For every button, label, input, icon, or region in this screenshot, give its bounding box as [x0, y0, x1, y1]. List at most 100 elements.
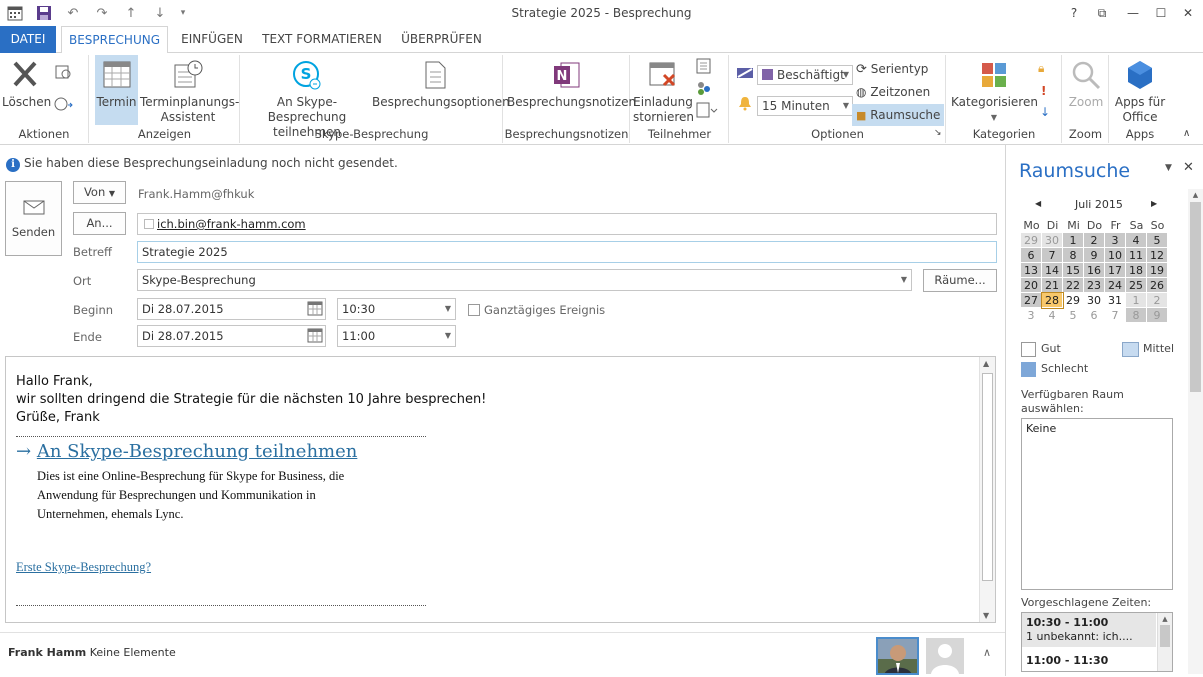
calendar-day[interactable]: 19: [1147, 263, 1168, 278]
rooms-button[interactable]: Räume...: [923, 269, 997, 292]
start-time-field[interactable]: 10:30 ▼: [337, 298, 456, 320]
calendar-day[interactable]: 7: [1105, 308, 1126, 323]
minimize-button[interactable]: —: [1122, 3, 1144, 23]
room-finder-button[interactable]: ■ Raumsuche: [852, 104, 944, 126]
date-picker-icon[interactable]: [307, 328, 323, 349]
calendar-day[interactable]: 3: [1105, 233, 1126, 248]
check-names-icon[interactable]: [695, 79, 713, 101]
skype-join-link[interactable]: → An Skype-Besprechung teilnehmen: [16, 441, 357, 462]
end-date-field[interactable]: Di 28.07.2015: [137, 325, 326, 347]
calendar-day[interactable]: 30: [1084, 293, 1105, 308]
calendar-day[interactable]: 17: [1105, 263, 1126, 278]
tab-datei[interactable]: DATEI: [0, 26, 56, 53]
room-list[interactable]: Keine: [1021, 418, 1173, 590]
calendar-day[interactable]: 15: [1063, 263, 1084, 278]
tab-text-formatieren[interactable]: TEXT FORMATIEREN: [258, 26, 386, 53]
first-skype-meeting-link[interactable]: Erste Skype-Besprechung?: [16, 560, 151, 575]
calendar-day[interactable]: 4: [1042, 308, 1063, 323]
close-button[interactable]: ✕: [1177, 3, 1199, 23]
meeting-notes-button[interactable]: N Besprechungsnotizen: [507, 55, 636, 125]
calendar-day[interactable]: 24: [1105, 278, 1126, 293]
message-body[interactable]: Hallo Frank, wir sollten dringend die St…: [5, 356, 996, 623]
next-month-icon[interactable]: ▶: [1151, 199, 1157, 208]
pane-close-icon[interactable]: ✕: [1183, 160, 1194, 175]
calendar-day[interactable]: 8: [1126, 308, 1147, 323]
calendar-day[interactable]: 22: [1063, 278, 1084, 293]
response-options-icon[interactable]: [695, 101, 719, 123]
scroll-up-icon[interactable]: ▲: [983, 359, 989, 368]
calendar-day[interactable]: 8: [1063, 248, 1084, 263]
forward-icon[interactable]: [52, 93, 76, 115]
tab-ueberpruefen[interactable]: ÜBERPRÜFEN: [394, 26, 489, 53]
recurrence-button[interactable]: ⟳ Serientyp: [856, 58, 928, 80]
collapse-ribbon-icon[interactable]: ∧: [1183, 127, 1190, 141]
contact-name[interactable]: Frank Hamm: [8, 646, 86, 659]
scroll-up-icon[interactable]: ▲: [1158, 615, 1172, 623]
calendar-day[interactable]: 9: [1147, 308, 1168, 323]
contact-photo[interactable]: [876, 637, 919, 675]
from-button[interactable]: Von ▼: [73, 181, 126, 204]
ribbon-display-button[interactable]: ⧉: [1091, 3, 1113, 23]
expand-people-icon[interactable]: ∧: [983, 646, 991, 659]
scroll-thumb[interactable]: [982, 373, 993, 581]
tab-besprechung[interactable]: BESPRECHUNG: [61, 26, 168, 54]
end-time-field[interactable]: 11:00 ▼: [337, 325, 456, 347]
calendar-day[interactable]: 10: [1105, 248, 1126, 263]
suggested-time-item[interactable]: 10:30 - 11:00 1 unbekannt: ich....: [1022, 613, 1156, 647]
meeting-options-button[interactable]: Besprechungsoptionen: [372, 55, 510, 125]
suggested-time-item[interactable]: 11:00 - 11:30: [1022, 647, 1172, 671]
join-skype-button[interactable]: S An Skype-Besprechung teilnehmen: [244, 55, 370, 139]
calendar-day[interactable]: 4: [1126, 233, 1147, 248]
calendar-day[interactable]: 20: [1021, 278, 1042, 293]
calendar-day[interactable]: 26: [1147, 278, 1168, 293]
suggestions-scrollbar[interactable]: ▲: [1157, 613, 1172, 671]
scroll-down-icon[interactable]: ▼: [983, 611, 989, 620]
maximize-button[interactable]: ☐: [1150, 3, 1172, 23]
date-picker-icon[interactable]: [307, 301, 323, 322]
scroll-up-icon[interactable]: ▲: [1188, 191, 1203, 199]
calendar-day[interactable]: 29: [1063, 293, 1084, 308]
calendar-day[interactable]: 25: [1126, 278, 1147, 293]
room-item[interactable]: Keine: [1026, 422, 1056, 435]
calendar-day[interactable]: 6: [1084, 308, 1105, 323]
delete-button[interactable]: Löschen: [2, 55, 51, 125]
calendar-day[interactable]: 7: [1042, 248, 1063, 263]
scroll-thumb[interactable]: [1160, 625, 1170, 647]
help-button[interactable]: ?: [1063, 3, 1085, 23]
to-button[interactable]: An...: [73, 212, 126, 235]
show-as-select[interactable]: Beschäftigt ▼: [757, 65, 853, 85]
send-button[interactable]: Senden: [5, 181, 62, 256]
calendar-day[interactable]: 21: [1042, 278, 1063, 293]
tab-einfuegen[interactable]: EINFÜGEN: [172, 26, 252, 53]
calendar-day[interactable]: 6: [1021, 248, 1042, 263]
calendar-day[interactable]: 27: [1021, 293, 1042, 308]
termin-button[interactable]: Termin: [95, 55, 138, 125]
default-avatar[interactable]: [926, 638, 964, 674]
categorize-button[interactable]: Kategorisieren ▼: [951, 55, 1038, 125]
calendar-day[interactable]: 9: [1084, 248, 1105, 263]
low-importance-icon[interactable]: ↓: [1040, 101, 1050, 123]
cancel-invitation-button[interactable]: Einladung stornieren: [633, 55, 694, 125]
all-day-checkbox[interactable]: Ganztägiges Ereignis: [468, 303, 605, 317]
subject-field[interactable]: Strategie 2025: [137, 241, 997, 263]
pane-scrollbar[interactable]: ▲: [1188, 189, 1203, 674]
calendar-day[interactable]: 29: [1021, 233, 1042, 248]
calendar-day[interactable]: 31: [1105, 293, 1126, 308]
calendar-day[interactable]: 28: [1041, 292, 1064, 309]
zoom-button[interactable]: Zoom: [1063, 55, 1109, 125]
calendar-day[interactable]: 3: [1021, 308, 1042, 323]
lock-icon[interactable]: 🔒︎: [1038, 57, 1044, 79]
calendar-day[interactable]: 11: [1126, 248, 1147, 263]
suggested-times-list[interactable]: 10:30 - 11:00 1 unbekannt: ich.... 11:00…: [1021, 612, 1173, 672]
scroll-thumb[interactable]: [1190, 202, 1201, 392]
calendar-day[interactable]: 13: [1021, 263, 1042, 278]
calendar-day[interactable]: 2: [1147, 293, 1168, 308]
calendar-day[interactable]: 14: [1042, 263, 1063, 278]
to-field[interactable]: ich.bin@frank-hamm.com: [137, 213, 997, 235]
calendar-day[interactable]: 1: [1126, 293, 1147, 308]
prev-month-icon[interactable]: ◀: [1035, 199, 1041, 208]
high-importance-icon[interactable]: !: [1041, 80, 1046, 102]
calendar-day[interactable]: 23: [1084, 278, 1105, 293]
calendar-day[interactable]: 5: [1147, 233, 1168, 248]
calendar-day[interactable]: 18: [1126, 263, 1147, 278]
